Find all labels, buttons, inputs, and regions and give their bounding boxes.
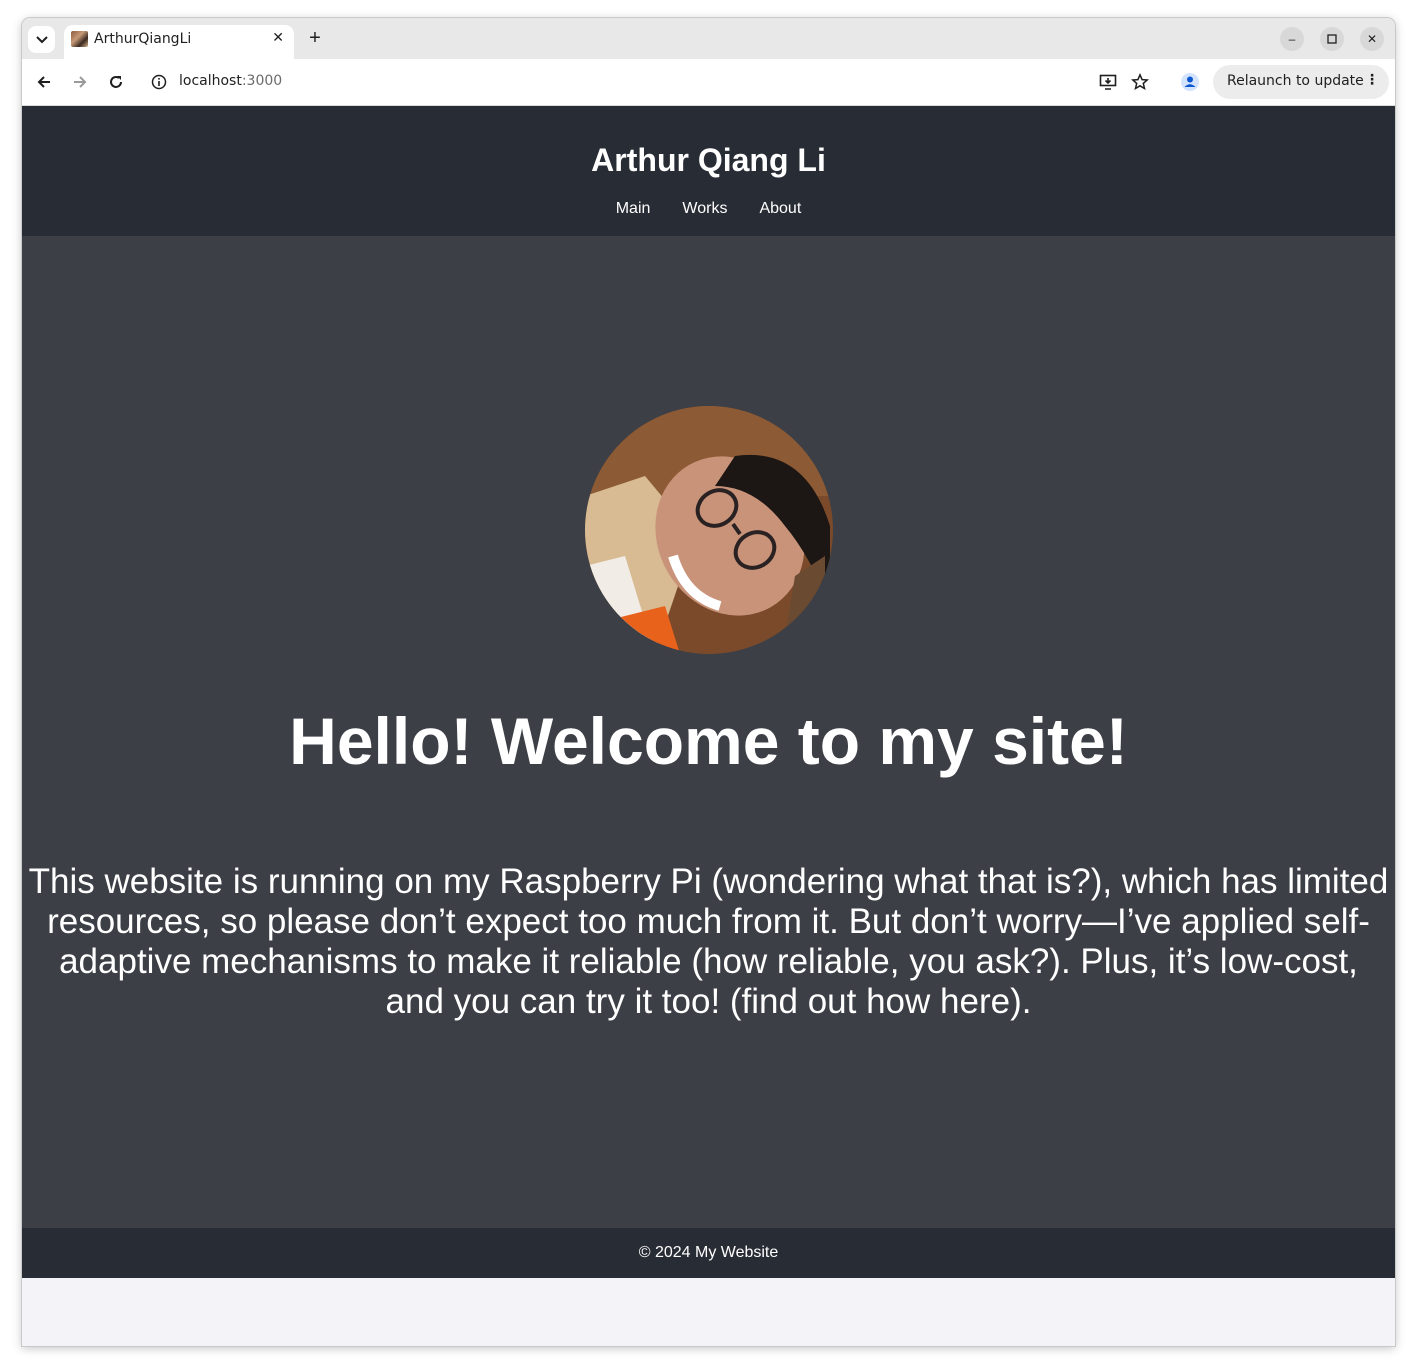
install-icon[interactable] [1097,71,1119,93]
profile-icon[interactable] [1179,71,1201,93]
main-content: Hello! Welcome to my site! This website … [22,236,1395,1228]
forward-icon[interactable] [69,71,91,93]
browser-window: ArthurQiangLi ✕ + – ✕ localhost:3000 Rel… [22,18,1395,1346]
plus-icon[interactable]: + [304,27,326,49]
site-title: Arthur Qiang Li [591,142,826,178]
site-header: Arthur Qiang Li Main Works About [22,106,1395,236]
url-text[interactable]: localhost:3000 [179,73,282,89]
tab-search-icon[interactable] [28,26,55,53]
relaunch-button[interactable]: Relaunch to update ⋮ [1213,65,1389,99]
profile-photo [585,406,833,654]
favicon [71,31,88,47]
star-icon[interactable] [1129,71,1151,93]
info-icon[interactable] [151,74,167,95]
site-footer: © 2024 My Website [22,1228,1395,1278]
minimize-icon[interactable]: – [1280,27,1304,51]
active-tab[interactable]: ArthurQiangLi ✕ [64,25,294,59]
close-icon[interactable]: ✕ [272,29,284,46]
intro-paragraph: This website is running on my Raspberry … [28,862,1389,1021]
browser-toolbar: localhost:3000 Relaunch to update ⋮ [22,59,1395,106]
tab-strip: ArthurQiangLi ✕ + – ✕ [22,18,1395,59]
nav-link-works[interactable]: Works [682,200,727,218]
nav-link-main[interactable]: Main [616,200,651,218]
tab-title: ArthurQiangLi [94,31,192,47]
maximize-icon[interactable] [1320,27,1344,51]
kebab-menu-icon[interactable]: ⋮ [1365,72,1379,88]
reload-icon[interactable] [105,71,127,93]
address-bar[interactable]: localhost:3000 [142,65,1162,99]
back-icon[interactable] [33,71,55,93]
close-window-icon[interactable]: ✕ [1360,27,1384,51]
site-nav: Main Works About [22,200,1395,218]
page-viewport: Arthur Qiang Li Main Works About Hello! … [22,106,1395,1346]
nav-link-about[interactable]: About [759,200,801,218]
welcome-heading: Hello! Welcome to my site! [289,704,1128,778]
